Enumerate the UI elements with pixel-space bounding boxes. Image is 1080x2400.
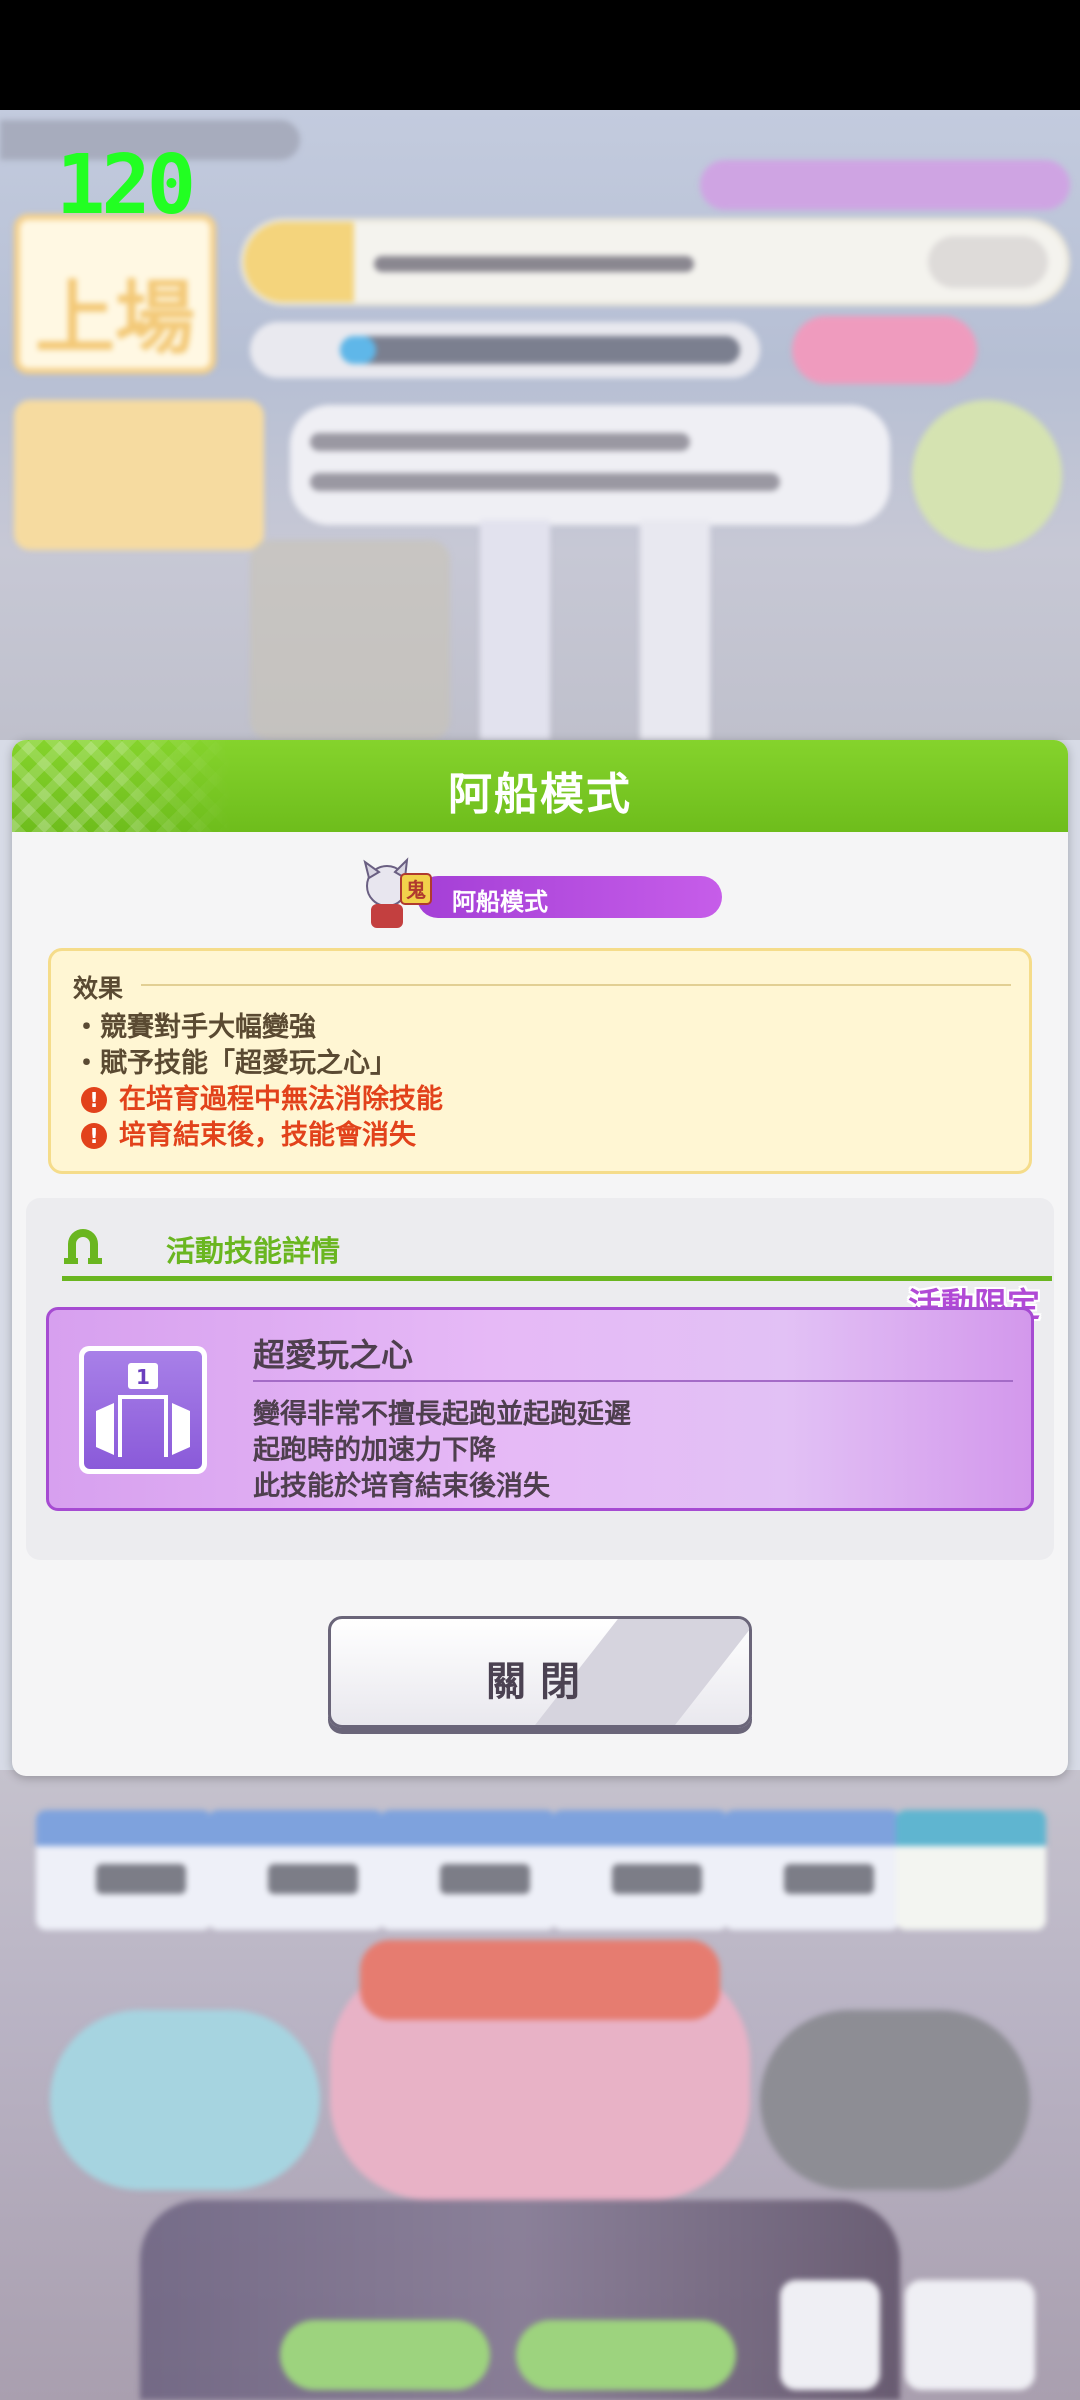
menu-button[interactable] bbox=[905, 2280, 1035, 2390]
unknown-button[interactable] bbox=[760, 2010, 1030, 2190]
svg-text:1: 1 bbox=[136, 1365, 150, 1389]
turn-label: 上場 bbox=[35, 272, 195, 365]
effect-box: 效果 ・競賽對手大幅變強 ・賦予技能「超愛玩之心」 ! 在培育過程中無法消除技能 … bbox=[48, 948, 1032, 1174]
status-bar bbox=[0, 0, 1080, 110]
dialog-title: 阿船模式 bbox=[448, 769, 632, 820]
trainer-avatar[interactable] bbox=[912, 400, 1062, 550]
stats-row bbox=[36, 1810, 1046, 1930]
start-gate-icon: 1 bbox=[96, 1363, 190, 1457]
skill-desc-line: 此技能於培育結束後消失 bbox=[253, 1471, 550, 1502]
skip-button[interactable] bbox=[280, 2320, 490, 2390]
mode-dialog: 阿船模式 阿船模式 鬼 效果 ・競賽對手大幅變強 ・賦予技能「超愛玩之心」 ! 在… bbox=[12, 740, 1068, 1776]
mood-button[interactable] bbox=[792, 316, 977, 384]
skill-icon: 1 bbox=[79, 1346, 207, 1474]
turn-card: 上場 bbox=[14, 214, 216, 374]
skill-desc-line: 變得非常不擅長起跑並起跑延遲 bbox=[253, 1399, 631, 1430]
rest-button[interactable] bbox=[50, 2010, 320, 2190]
skill-name: 超愛玩之心 bbox=[253, 1336, 414, 1374]
skill-card: 1 超愛玩之心 變得非常不擅長起跑並起跑延遲 起跑時的加速力下降 此技能於培育結… bbox=[46, 1307, 1034, 1511]
log-button[interactable] bbox=[780, 2280, 880, 2390]
effect-label: 效果 bbox=[73, 974, 124, 1003]
effect-warning: ! 在培育過程中無法消除技能 bbox=[81, 1077, 443, 1116]
mood-card bbox=[14, 400, 264, 550]
background-scenery bbox=[480, 520, 550, 740]
background-scenery bbox=[250, 540, 450, 740]
event-tag[interactable] bbox=[700, 160, 1070, 210]
character-chibi-icon: 鬼 bbox=[363, 857, 432, 928]
race-banner bbox=[360, 1940, 720, 2020]
horseshoe-icon bbox=[64, 1229, 102, 1264]
effect-warning: ! 培育結束後，技能會消失 bbox=[81, 1113, 416, 1152]
effect-line: ・賦予技能「超愛玩之心」 bbox=[73, 1048, 397, 1079]
skill-section-title: 活動技能詳情 bbox=[166, 1234, 341, 1268]
screen: 上場 120 阿船模式 阿船模式 鬼 效果 ・競賽對手大幅變強 ・賦予技能「超愛… bbox=[0, 0, 1080, 2400]
close-button[interactable]: 關閉 bbox=[328, 1616, 752, 1728]
skill-desc-line: 起跑時的加速力下降 bbox=[253, 1435, 496, 1466]
fps-counter: 120 bbox=[56, 138, 196, 233]
warning-icon: ! bbox=[81, 1087, 107, 1113]
energy-bar bbox=[250, 322, 760, 378]
close-button-label: 關閉 bbox=[486, 1659, 594, 1705]
mode-pill-label: 阿船模式 bbox=[452, 888, 548, 916]
auto-button[interactable] bbox=[516, 2320, 736, 2390]
background-scenery bbox=[640, 520, 710, 740]
goal-detail-button[interactable] bbox=[928, 236, 1048, 288]
effect-line: ・競賽對手大幅變強 bbox=[73, 1012, 316, 1043]
warning-icon: ! bbox=[81, 1123, 107, 1149]
mode-pill: 阿船模式 bbox=[417, 876, 722, 918]
speech-bubble bbox=[290, 405, 890, 525]
dialog-header: 阿船模式 bbox=[12, 740, 1068, 832]
goal-box bbox=[240, 218, 1070, 306]
badge-text: 鬼 bbox=[406, 878, 426, 902]
